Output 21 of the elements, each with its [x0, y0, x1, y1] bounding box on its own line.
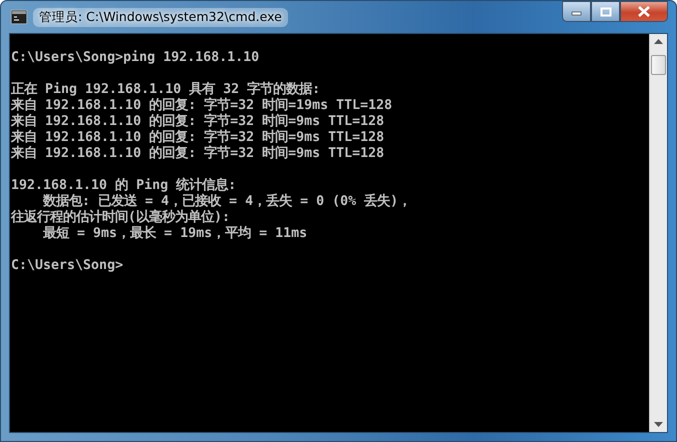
minimize-button[interactable]: [562, 1, 591, 22]
close-icon: [637, 6, 651, 17]
console-line: 来自 192.168.1.10 的回复: 字节=32 时间=19ms TTL=128: [11, 98, 394, 113]
maximize-button[interactable]: [591, 1, 620, 22]
maximize-icon: [600, 6, 612, 16]
console-icon: [11, 10, 27, 24]
scrollbar-thumb[interactable]: [651, 55, 666, 75]
console-line: 来自 192.168.1.10 的回复: 字节=32 时间=9ms TTL=128: [11, 114, 386, 129]
console-line: 最短 = 9ms，最长 = 19ms，平均 = 11ms: [42, 226, 308, 242]
scroll-down-icon[interactable]: [654, 422, 663, 427]
close-button[interactable]: [620, 1, 668, 22]
console-line: C:\Users\Song>: [11, 258, 124, 274]
scrollbar[interactable]: [649, 34, 667, 432]
scroll-up-icon[interactable]: [654, 39, 663, 44]
console-line: 数据包: 已发送 = 4，已接收 = 4，丢失 = 0 (0% 丢失)，: [42, 194, 412, 209]
console-line: 正在 Ping 192.168.1.10 具有 32 字节的数据:: [11, 82, 322, 97]
console-line: C:\Users\Song>ping 192.168.1.10: [11, 50, 260, 66]
console-line: 来自 192.168.1.10 的回复: 字节=32 时间=9ms TTL=128: [11, 130, 386, 145]
console-line: 往返行程的估计时间(以毫秒为单位):: [11, 210, 232, 226]
console-line: 192.168.1.10 的 Ping 统计信息:: [11, 178, 238, 194]
console-line: 来自 192.168.1.10 的回复: 字节=32 时间=9ms TTL=128: [11, 146, 386, 162]
